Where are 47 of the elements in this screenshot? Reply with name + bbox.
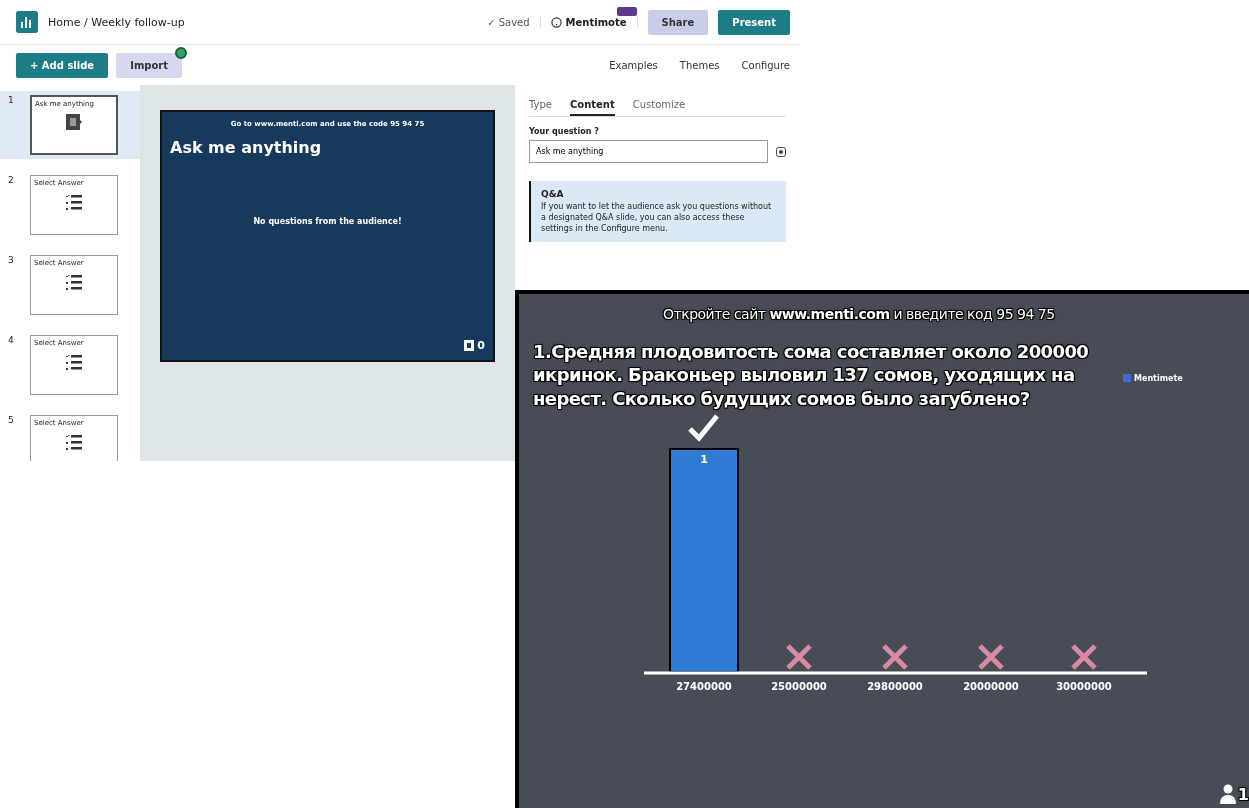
saved-status: ✓ Saved <box>487 16 530 28</box>
list-icon <box>65 433 83 451</box>
breadcrumb[interactable]: Home / Weekly follow-up <box>48 15 478 29</box>
list-icon <box>65 193 83 211</box>
slide-number: 5 <box>8 415 15 427</box>
panel-tab[interactable]: Customize <box>632 95 686 116</box>
info-title: Q&A <box>541 189 565 199</box>
toolbar-link[interactable]: Themes <box>679 59 720 71</box>
add-slide-button[interactable]: + Add slide <box>16 52 109 78</box>
empty-message: No questions from the audience! <box>253 217 402 226</box>
category-label: 29800000 <box>867 681 923 693</box>
help-icon[interactable] <box>550 16 562 28</box>
logo-text: Mentimete <box>1134 373 1183 383</box>
logo-icon[interactable] <box>16 11 38 33</box>
notification-dot <box>175 46 188 59</box>
question-count-icon <box>464 340 475 351</box>
category-label: 20000000 <box>963 681 1019 693</box>
toolbar-link[interactable]: Configure <box>741 59 790 71</box>
logo-icon <box>1123 374 1131 383</box>
slide-heading: Ask me anything <box>170 138 322 157</box>
present-button[interactable]: Present <box>718 9 790 35</box>
question-slide-icon <box>66 114 82 130</box>
info-text: If you want to let the audience ask you questions without a designated Q&A slide, you can also access these settings in the Configure menu. <box>541 202 773 235</box>
join-instructions: Откройте сайт www.menti.com и введите код 95 94 75 <box>663 306 1056 322</box>
question-text: 1.Средняя плодовитость сома составляет около 200000 икринок. Браконьер выловил 137 сомов, уходящих на нерест. Сколько будущих сомов было загублено? <box>533 340 1090 411</box>
category-label: 25000000 <box>771 681 827 693</box>
slide-number: 4 <box>8 335 15 347</box>
slide-number: 3 <box>8 255 15 267</box>
participant-count: 1 <box>1237 785 1249 804</box>
image-icon[interactable] <box>776 146 786 157</box>
category-label: 30000000 <box>1056 681 1112 693</box>
share-button[interactable]: Share <box>647 9 709 35</box>
panel-tab[interactable]: Type <box>529 95 552 116</box>
category-label: 27400000 <box>676 681 732 693</box>
list-icon <box>65 273 83 291</box>
question-label: Your question ? <box>529 127 600 136</box>
person-icon <box>1219 784 1236 804</box>
slide-number: 1 <box>8 95 15 107</box>
help-label[interactable]: Mentimote <box>565 16 627 28</box>
import-button[interactable]: Import <box>116 52 183 78</box>
toolbar-link[interactable]: Examples <box>609 59 658 71</box>
question-input[interactable]: Ask me anything <box>529 140 768 163</box>
list-icon <box>65 353 83 371</box>
bar-value-label: 1 <box>700 453 708 467</box>
slide-number: 2 <box>8 175 15 187</box>
panel-tab[interactable]: Content <box>569 95 615 116</box>
question-count: 0 <box>477 339 485 352</box>
